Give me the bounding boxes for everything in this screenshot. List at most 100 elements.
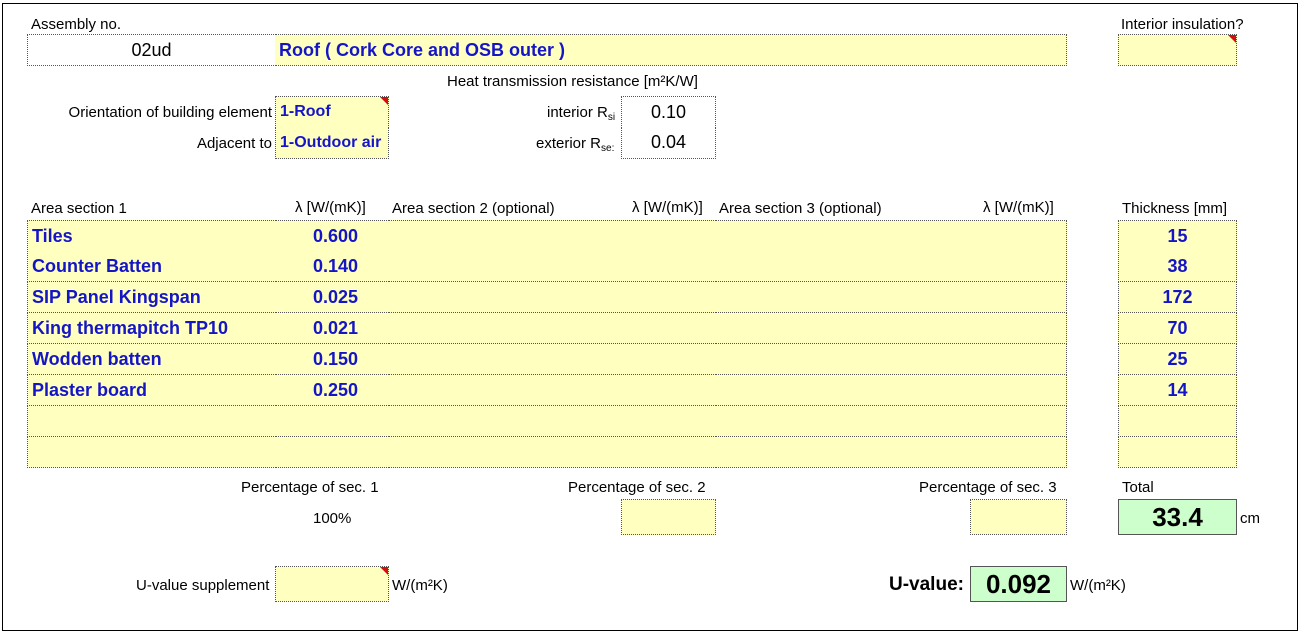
layer-name-cell[interactable]: Counter Batten: [27, 251, 276, 282]
assembly-number-cell[interactable]: 02ud: [27, 34, 276, 66]
layer-name-cell[interactable]: Tiles: [27, 220, 276, 252]
layer-lambda2-cell[interactable]: [621, 282, 716, 313]
layer-name-cell[interactable]: SIP Panel Kingspan: [27, 282, 276, 313]
layer-area3-cell[interactable]: [715, 344, 971, 375]
layer-lambda1-cell[interactable]: 0.150: [275, 344, 389, 375]
layer-name-value: Counter Batten: [32, 255, 162, 276]
layer-area2-cell[interactable]: [388, 344, 622, 375]
col-header-thickness: Thickness [mm]: [1122, 200, 1228, 217]
layer-thickness-value: [1119, 437, 1236, 467]
layer-thickness-cell[interactable]: 70: [1118, 313, 1237, 344]
layer-area3-cell[interactable]: [715, 282, 971, 313]
adjacent-select[interactable]: 1-Outdoor air: [275, 127, 389, 159]
layer-lambda1-value: 0.600: [312, 225, 358, 246]
layer-lambda3-cell[interactable]: [970, 375, 1067, 406]
layer-name-cell[interactable]: King thermapitch TP10: [27, 313, 276, 344]
orientation-select[interactable]: 1-Roof: [275, 96, 389, 128]
layer-name-value: Wodden batten: [32, 348, 162, 369]
layer-lambda2-cell[interactable]: [621, 251, 716, 282]
layer-lambda1-cell[interactable]: [275, 406, 389, 437]
layer-area2-cell[interactable]: [388, 406, 622, 437]
layer-lambda2-cell[interactable]: [621, 437, 716, 468]
percentage-sec3-input[interactable]: [970, 499, 1067, 535]
layer-area3-cell[interactable]: [715, 220, 971, 252]
resistance-heading: Heat transmission resistance [m²K/W]: [447, 73, 698, 90]
layer-name-value: Plaster board: [32, 379, 148, 400]
layer-lambda3-cell[interactable]: [970, 313, 1067, 344]
u-supplement-label: U-value supplement: [136, 577, 270, 594]
layer-area2-cell[interactable]: [388, 282, 622, 313]
layer-area3-cell[interactable]: [715, 375, 971, 406]
u-value-value: 0.092: [985, 568, 1052, 599]
layer-lambda3-cell[interactable]: [970, 251, 1067, 282]
layer-lambda3-cell[interactable]: [970, 344, 1067, 375]
layer-thickness-cell[interactable]: 172: [1118, 282, 1237, 313]
exterior-rse-cell[interactable]: 0.04: [621, 127, 716, 159]
layer-name-cell[interactable]: [27, 437, 276, 468]
layer-lambda1-cell[interactable]: 0.140: [275, 251, 389, 282]
layer-thickness-value: 15: [1167, 225, 1188, 246]
u-supplement-input[interactable]: [275, 566, 389, 602]
percentage-sec1-value: 100%: [313, 510, 352, 527]
assembly-title-cell[interactable]: Roof ( Cork Core and OSB outer ): [275, 34, 1067, 66]
total-thickness-value: 33.4: [1152, 501, 1203, 532]
layer-lambda1-value: 0.021: [312, 317, 358, 338]
u-supplement-unit: W/(m²K): [392, 577, 448, 594]
layer-lambda1-cell[interactable]: 0.600: [275, 220, 389, 252]
layer-lambda3-cell[interactable]: [970, 406, 1067, 437]
layer-lambda1-cell[interactable]: 0.025: [275, 282, 389, 313]
layer-name-value: King thermapitch TP10: [32, 317, 229, 338]
layer-area2-cell[interactable]: [388, 437, 622, 468]
u-value-label: U-value:: [889, 574, 964, 595]
layer-area3-cell[interactable]: [715, 251, 971, 282]
layer-lambda2-cell[interactable]: [621, 313, 716, 344]
assembly-number-value: 02ud: [131, 39, 172, 60]
layer-lambda1-cell[interactable]: [275, 437, 389, 468]
layer-lambda2-cell[interactable]: [621, 220, 716, 252]
col-header-area1: Area section 1: [31, 200, 127, 217]
layer-thickness-cell[interactable]: 25: [1118, 344, 1237, 375]
adjacent-value: 1-Outdoor air: [280, 133, 382, 151]
layer-area3-cell[interactable]: [715, 313, 971, 344]
comment-marker-icon: [380, 97, 388, 105]
layer-area3-cell[interactable]: [715, 406, 971, 437]
layer-lambda1-value: 0.140: [312, 255, 358, 276]
layer-thickness-cell[interactable]: 14: [1118, 375, 1237, 406]
layer-lambda1-cell[interactable]: 0.250: [275, 375, 389, 406]
exterior-rse-value: 0.04: [650, 132, 687, 152]
layer-name-cell[interactable]: [27, 406, 276, 437]
layer-lambda2-cell[interactable]: [621, 406, 716, 437]
layer-lambda1-cell[interactable]: 0.021: [275, 313, 389, 344]
layer-lambda1-value: [275, 437, 358, 467]
layer-area3-cell[interactable]: [715, 437, 971, 468]
layer-thickness-value: 25: [1167, 348, 1188, 369]
layer-thickness-value: 14: [1167, 379, 1188, 400]
layer-area2-cell[interactable]: [388, 313, 622, 344]
u-value-result: 0.092: [970, 566, 1067, 602]
layer-lambda2-cell[interactable]: [621, 344, 716, 375]
percentage-sec2-input[interactable]: [621, 499, 716, 535]
u-value-unit: W/(m²K): [1070, 577, 1126, 594]
assembly-title: Roof ( Cork Core and OSB outer ): [279, 39, 566, 60]
layer-thickness-cell[interactable]: 15: [1118, 220, 1237, 252]
layer-area2-cell[interactable]: [388, 251, 622, 282]
layer-thickness-cell[interactable]: [1118, 437, 1237, 468]
col-header-area3: Area section 3 (optional): [719, 200, 882, 217]
layer-lambda2-cell[interactable]: [621, 375, 716, 406]
orientation-value: 1-Roof: [280, 103, 331, 120]
layer-area2-cell[interactable]: [388, 375, 622, 406]
layer-name-cell[interactable]: Wodden batten: [27, 344, 276, 375]
layer-name-cell[interactable]: Plaster board: [27, 375, 276, 406]
layer-name-value: SIP Panel Kingspan: [32, 286, 201, 307]
interior-rsi-label: interior Rsi: [547, 104, 616, 123]
interior-insulation-input[interactable]: [1118, 34, 1237, 66]
layer-thickness-cell[interactable]: 38: [1118, 251, 1237, 282]
layer-lambda3-cell[interactable]: [970, 437, 1067, 468]
layer-thickness-cell[interactable]: [1118, 406, 1237, 437]
layer-lambda3-cell[interactable]: [970, 220, 1067, 252]
layer-area2-cell[interactable]: [388, 220, 622, 252]
assembly-label: Assembly no.: [31, 16, 122, 33]
interior-rsi-cell[interactable]: 0.10: [621, 96, 716, 128]
layer-thickness-value: [1119, 406, 1236, 436]
layer-lambda3-cell[interactable]: [970, 282, 1067, 313]
